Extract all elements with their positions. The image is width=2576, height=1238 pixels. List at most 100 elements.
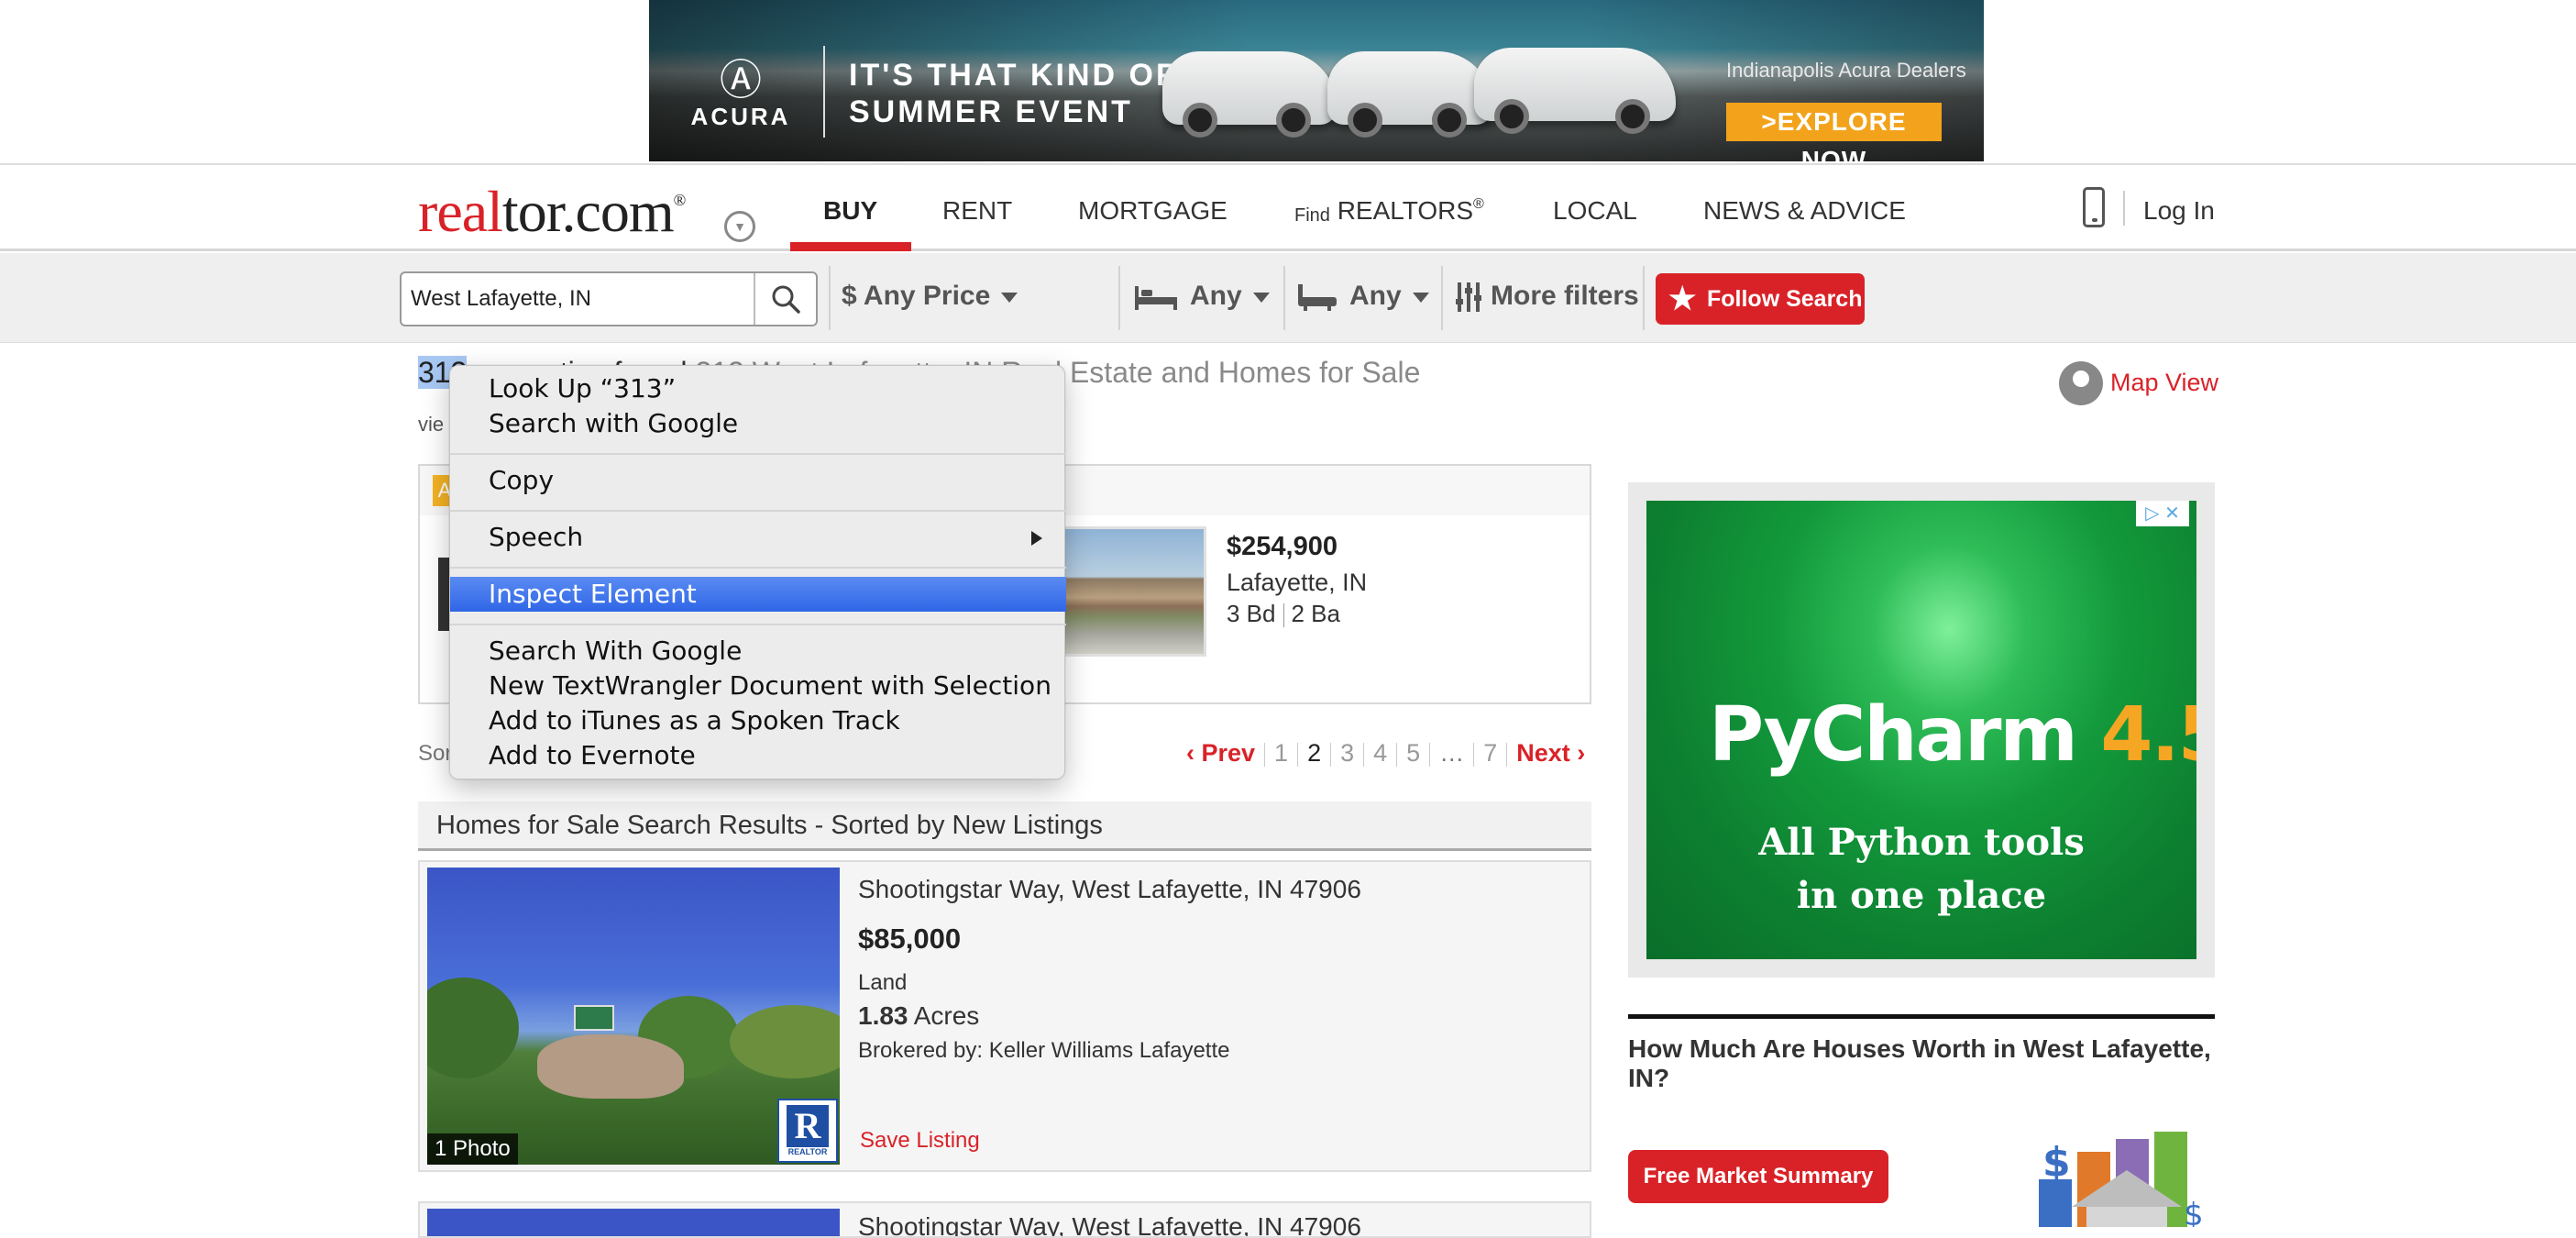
results-header: Homes for Sale Search Results - Sorted b… [418,801,1591,851]
location-search-input[interactable] [411,273,768,325]
map-view-link[interactable]: Map View [2110,369,2218,397]
listing-card[interactable]: 1 Photo R REALTOR Shootingstar Way, West … [418,860,1591,1172]
price-filter[interactable]: $ Any Price [842,281,1018,312]
menu-inspect-element[interactable]: Inspect Element [450,577,1066,612]
beds-filter[interactable]: Any [1133,281,1270,312]
listing-address[interactable]: Shootingstar Way, West Lafayette, IN 479… [858,875,1361,904]
menu-separator [450,624,1066,625]
page-link[interactable]: 5 [1406,739,1420,767]
realtor-logo[interactable]: realtor.com® [418,178,686,246]
ad-subtitle: All Python tools in one place [1758,821,2085,917]
ad-slogan: IT'S THAT KIND OF SUMMER EVENT [849,58,1178,129]
listing-broker: Brokered by: Keller Williams Lafayette [858,1038,1230,1063]
page-link[interactable]: 3 [1340,739,1354,767]
main-nav: realtor.com® ▼ BUY RENT MORTGAGE Find RE… [0,163,2576,251]
nav-buy[interactable]: BUY [823,196,877,226]
menu-speech[interactable]: Speech [450,520,1066,555]
listing-acres: 1.83 Acres [858,1001,980,1030]
ad-divider [823,46,825,138]
nav-active-indicator [790,242,911,251]
side-divider [1628,1014,2215,1019]
sort-label: Sor [418,741,453,766]
search-button[interactable] [754,273,816,325]
nav-mortgage[interactable]: MORTGAGE [1078,196,1227,226]
nav-rent[interactable]: RENT [942,196,1012,226]
page-link[interactable]: 4 [1373,739,1387,767]
car-image [1162,51,1337,138]
ad-choices-icon[interactable]: ▷ ✕ [2136,501,2189,526]
nav-local[interactable]: LOCAL [1553,196,1637,226]
context-menu: Look Up “313” Search with Google Copy Sp… [449,365,1066,779]
listing-photo[interactable] [427,1209,840,1236]
nav-news-advice[interactable]: NEWS & ADVICE [1703,196,1906,226]
featured-location: Lafayette, IN [1227,569,1368,596]
menu-search-with-google-service[interactable]: Search With Google [450,634,1066,669]
search-icon [772,285,800,314]
menu-copy[interactable]: Copy [450,463,1066,498]
baths-filter[interactable]: Any [1296,281,1429,312]
view-row: vie [418,413,445,436]
pycharm-ad[interactable]: ▷ ✕ PyCharm 4.5 All Python toolsin one p… [1646,501,2196,959]
filter-divider [1118,266,1120,330]
filter-divider [1643,266,1645,330]
entrance-sign [574,1005,614,1031]
ad-title: PyCharm 4.5 [1709,691,2196,779]
current-page: 2 [1307,739,1322,767]
caret-down-icon [1001,292,1018,303]
menu-search-with-google[interactable]: Search with Google [450,406,1066,441]
free-market-summary-button[interactable]: Free Market Summary [1628,1150,1888,1203]
nav-find-realtors[interactable]: Find REALTORS® [1294,196,1484,226]
explore-now-button[interactable]: >EXPLORE NOW [1726,103,1942,161]
bathtub-icon [1298,284,1337,312]
svg-text:$: $ [2042,1139,2071,1186]
submenu-arrow-icon [1031,531,1042,546]
featured-photo[interactable] [1060,526,1206,657]
menu-separator [450,453,1066,455]
listing-type: Land [858,970,908,995]
realtor-r-logo: R REALTOR [777,1099,838,1163]
filter-divider [1283,266,1285,330]
car-image [1327,51,1492,138]
featured-beds-baths: 3 Bd 2 Ba [1227,600,1340,628]
follow-search-button[interactable]: ★ Follow Search [1656,273,1865,325]
menu-separator [450,567,1066,569]
prev-page-link[interactable]: ‹ Prev [1186,739,1255,767]
nav-divider [2123,191,2125,226]
mobile-phone-icon[interactable] [2083,187,2105,227]
svg-text:$: $ [2184,1197,2204,1227]
car-image [1474,48,1676,134]
menu-add-to-itunes[interactable]: Add to iTunes as a Spoken Track [450,703,1066,738]
pagination: ‹ Prev 1 2 3 4 5 … 7 Next › [1186,739,1585,768]
ad-dealer-text: Indianapolis Acura Dealers [1726,59,1966,82]
listing-price: $85,000 [858,923,962,955]
more-filters-button[interactable]: More filters [1456,281,1639,313]
listing-address[interactable]: Shootingstar Way, West Lafayette, IN 479… [858,1212,1361,1236]
acura-banner-ad[interactable]: Ⓐ ACURA IT'S THAT KIND OF SUMMER EVENT I… [649,0,1984,161]
featured-price[interactable]: $254,900 [1227,532,1338,562]
listing-card[interactable]: Shootingstar Way, West Lafayette, IN 479… [418,1201,1591,1238]
login-link[interactable]: Log In [2143,196,2215,226]
acura-logo: Ⓐ ACURA [686,57,796,139]
photo-count-badge: 1 Photo [427,1133,518,1165]
menu-separator [450,510,1066,512]
market-chart-illustration: $ $ [2035,1130,2215,1227]
logo-dropdown-icon[interactable]: ▼ [724,211,755,242]
star-icon: ★ [1668,282,1697,316]
sliders-icon [1456,282,1481,313]
page-link[interactable]: 7 [1483,739,1497,767]
menu-new-textwrangler-document[interactable]: New TextWrangler Document with Selection [450,669,1066,703]
save-listing-link[interactable]: Save Listing [860,1128,980,1154]
acura-mark-icon: Ⓐ [720,55,762,105]
listing-photo[interactable]: 1 Photo R REALTOR [427,868,840,1165]
page-link[interactable]: 1 [1274,739,1288,767]
map-pin-icon[interactable] [2059,361,2103,405]
filter-bar: $ Any Price Any Any More filters ★Follow… [0,253,2576,343]
caret-down-icon [1252,292,1270,303]
menu-add-to-evernote[interactable]: Add to Evernote [450,738,1066,773]
page-ellipsis: … [1439,739,1465,767]
bed-icon [1135,286,1177,311]
caret-down-icon [1412,292,1429,303]
menu-look-up[interactable]: Look Up “313” [450,371,1066,406]
next-page-link[interactable]: Next › [1516,739,1585,767]
filter-divider [1441,266,1443,330]
